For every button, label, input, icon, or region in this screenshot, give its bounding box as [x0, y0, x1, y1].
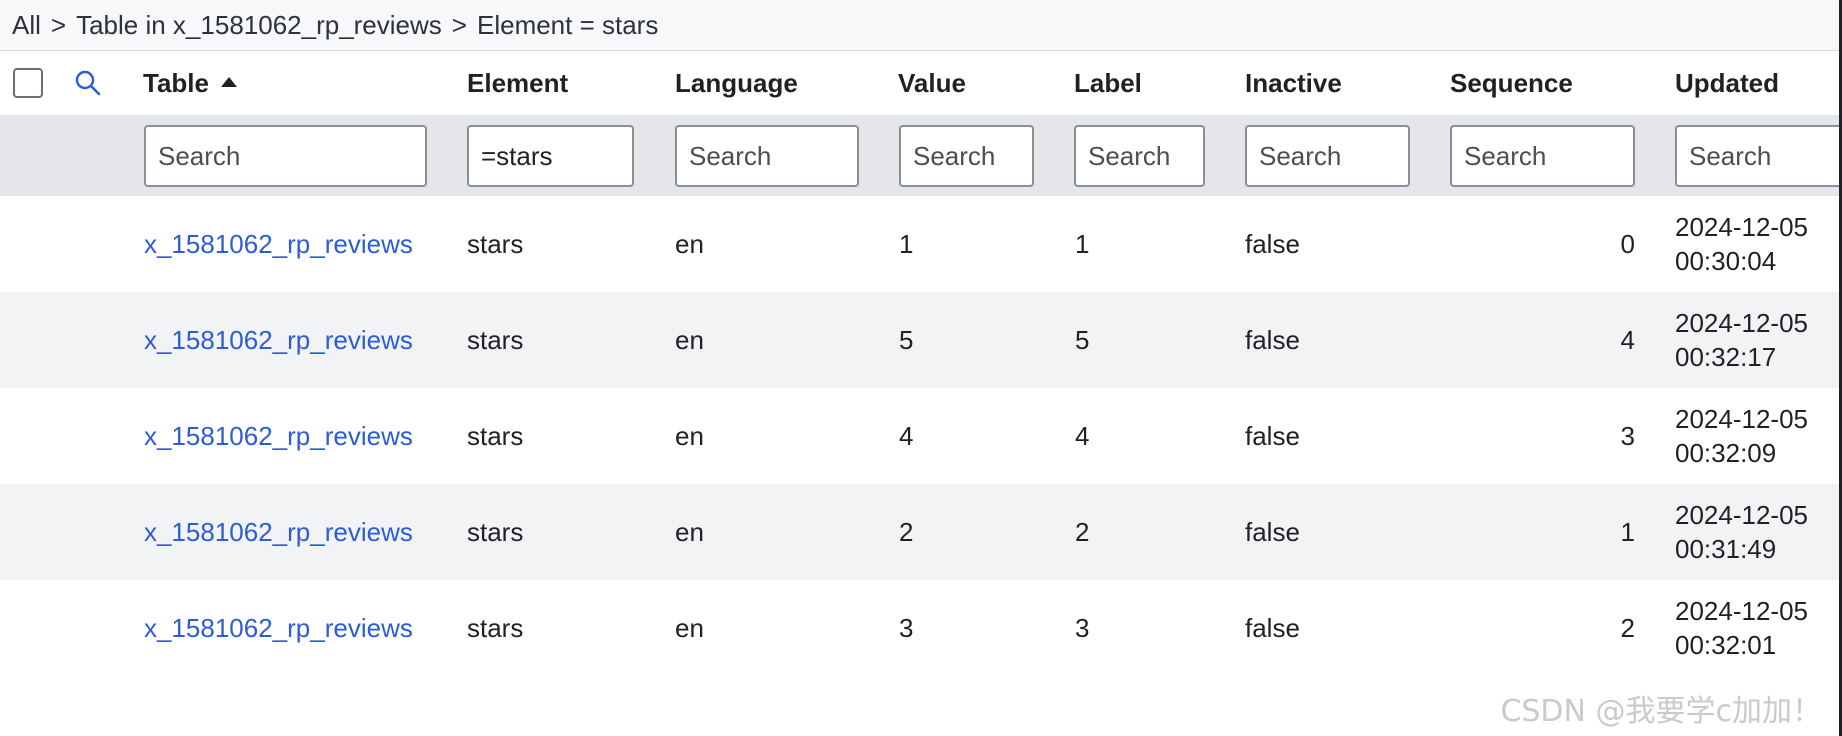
updated-search-input[interactable]: [1675, 125, 1842, 187]
value-cell: 3: [899, 612, 914, 643]
element-cell: stars: [467, 516, 524, 547]
table-search-input[interactable]: [144, 125, 427, 187]
updated-time: 00:32:17: [1675, 342, 1777, 372]
sequence-cell: 0: [1620, 228, 1635, 259]
breadcrumb-item-all[interactable]: All: [12, 10, 41, 41]
updated-date: 2024-12-05: [1675, 404, 1808, 434]
inactive-search-input[interactable]: [1245, 125, 1410, 187]
breadcrumb-separator: >: [451, 9, 467, 40]
table-row[interactable]: x_1581062_rp_reviews stars en 2 2 false …: [0, 484, 1842, 580]
table-row[interactable]: x_1581062_rp_reviews stars en 1 1 false …: [0, 196, 1842, 292]
breadcrumb-separator: >: [50, 9, 67, 40]
label-cell: 2: [1075, 516, 1090, 547]
updated-cell: 2024-12-05 00:32:09: [1675, 388, 1808, 484]
search-icon[interactable]: [74, 69, 102, 97]
sort-ascending-icon: [220, 77, 237, 87]
language-cell: en: [675, 420, 704, 451]
inactive-cell: false: [1245, 612, 1300, 643]
table-row[interactable]: x_1581062_rp_reviews stars en 5 5 false …: [0, 292, 1842, 388]
value-cell: 4: [899, 420, 914, 451]
element-cell: stars: [467, 228, 524, 259]
updated-cell: 2024-12-05 00:30:04: [1675, 196, 1808, 292]
column-header-inactive[interactable]: Inactive: [1245, 51, 1342, 115]
column-header-sequence[interactable]: Sequence: [1450, 51, 1573, 115]
value-cell: 5: [899, 324, 914, 355]
updated-date: 2024-12-05: [1675, 308, 1808, 338]
inactive-cell: false: [1245, 420, 1300, 451]
column-header-element[interactable]: Element: [467, 51, 568, 115]
sequence-cell: 1: [1620, 516, 1635, 547]
updated-cell: 2024-12-05 00:32:17: [1675, 292, 1808, 388]
column-header-table-label: Table: [143, 67, 209, 98]
table-cell-link[interactable]: x_1581062_rp_reviews: [144, 580, 413, 676]
label-search-input[interactable]: [1074, 125, 1205, 187]
updated-cell: 2024-12-05 00:31:49: [1675, 484, 1808, 580]
language-cell: en: [675, 324, 704, 355]
value-search-input[interactable]: [899, 125, 1034, 187]
updated-time: 00:32:09: [1675, 438, 1777, 468]
updated-date: 2024-12-05: [1675, 596, 1808, 626]
table-cell-link[interactable]: x_1581062_rp_reviews: [144, 484, 413, 580]
language-cell: en: [675, 612, 704, 643]
column-header-label[interactable]: Label: [1074, 51, 1142, 115]
updated-cell: 2024-12-05 00:32:01: [1675, 580, 1808, 676]
breadcrumb: All > Table in x_1581062_rp_reviews > El…: [0, 0, 1842, 51]
updated-time: 00:31:49: [1675, 534, 1777, 564]
inactive-cell: false: [1245, 516, 1300, 547]
column-header-updated[interactable]: Updated: [1675, 51, 1779, 115]
table-cell-link[interactable]: x_1581062_rp_reviews: [144, 292, 413, 388]
column-header-row: Table Element Language Value Label Inact…: [0, 51, 1842, 115]
table-row[interactable]: x_1581062_rp_reviews stars en 3 3 false …: [0, 580, 1842, 676]
column-header-table[interactable]: Table: [143, 51, 237, 115]
column-header-language[interactable]: Language: [675, 51, 798, 115]
label-cell: 4: [1075, 420, 1090, 451]
table-cell-link[interactable]: x_1581062_rp_reviews: [144, 388, 413, 484]
filter-row: [0, 115, 1842, 196]
label-cell: 5: [1075, 324, 1090, 355]
updated-time: 00:30:04: [1675, 246, 1777, 276]
sequence-search-input[interactable]: [1450, 125, 1635, 187]
updated-date: 2024-12-05: [1675, 212, 1808, 242]
checkbox-icon[interactable]: [13, 68, 43, 98]
label-cell: 3: [1075, 612, 1090, 643]
value-cell: 1: [899, 228, 914, 259]
element-cell: stars: [467, 420, 524, 451]
sequence-cell: 3: [1620, 420, 1635, 451]
element-cell: stars: [467, 324, 524, 355]
updated-date: 2024-12-05: [1675, 500, 1808, 530]
watermark: CSDN @我要学c加加！: [1500, 694, 1822, 729]
sequence-cell: 2: [1620, 612, 1635, 643]
language-cell: en: [675, 228, 704, 259]
element-search-input[interactable]: [467, 125, 634, 187]
updated-time: 00:32:01: [1675, 630, 1777, 660]
value-cell: 2: [899, 516, 914, 547]
inactive-cell: false: [1245, 324, 1300, 355]
inactive-cell: false: [1245, 228, 1300, 259]
element-cell: stars: [467, 612, 524, 643]
label-cell: 1: [1075, 228, 1090, 259]
sequence-cell: 4: [1620, 324, 1635, 355]
column-header-value[interactable]: Value: [898, 51, 966, 115]
language-cell: en: [675, 516, 704, 547]
breadcrumb-item-table[interactable]: Table in x_1581062_rp_reviews: [76, 10, 442, 41]
breadcrumb-item-element[interactable]: Element = stars: [477, 10, 658, 41]
table-row[interactable]: x_1581062_rp_reviews stars en 4 4 false …: [0, 388, 1842, 484]
table-cell-link[interactable]: x_1581062_rp_reviews: [144, 196, 413, 292]
language-search-input[interactable]: [675, 125, 859, 187]
